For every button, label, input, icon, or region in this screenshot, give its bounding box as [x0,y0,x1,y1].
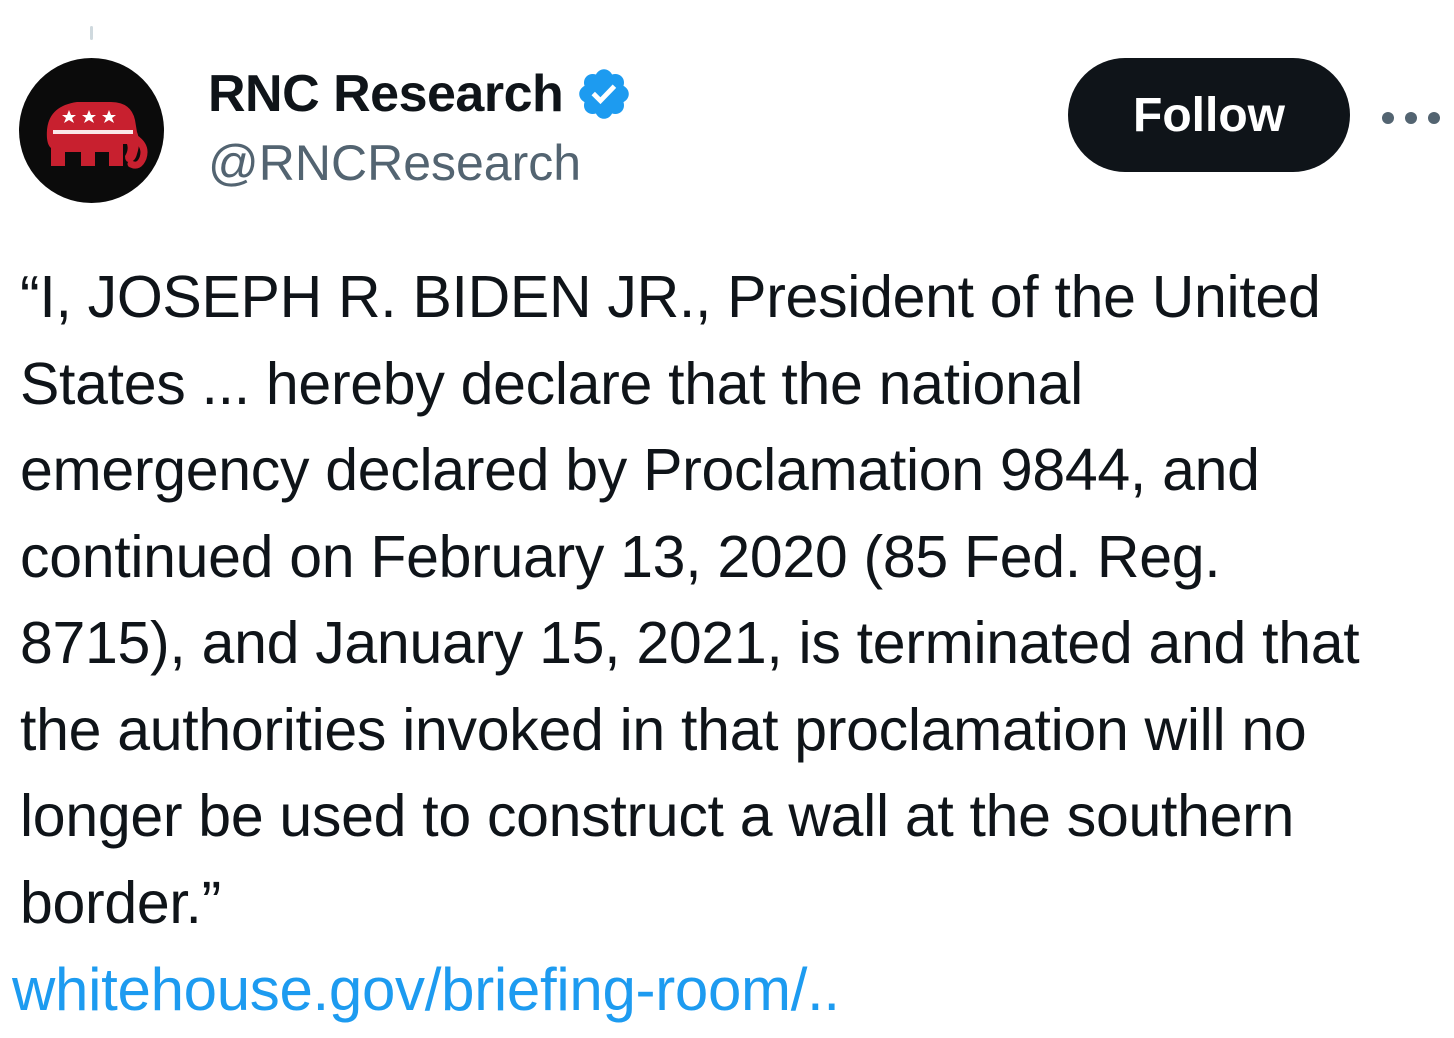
avatar[interactable] [19,58,164,203]
tweet-text: “I, JOSEPH R. BIDEN JR., President of th… [20,264,1360,936]
author-display-name[interactable]: RNC Research [208,64,564,124]
author-handle[interactable]: @RNCResearch [208,134,581,192]
thread-connector-line [90,26,93,40]
verified-badge-icon[interactable] [575,65,633,123]
gop-elephant-icon [46,102,148,169]
more-dots-icon [1382,112,1440,124]
follow-button[interactable]: Follow [1068,58,1350,172]
more-options-button[interactable] [1380,100,1442,136]
author-name-row: RNC Research [208,62,633,126]
tweet-link[interactable]: whitehouse.gov/briefing-room/.. [12,950,840,1030]
